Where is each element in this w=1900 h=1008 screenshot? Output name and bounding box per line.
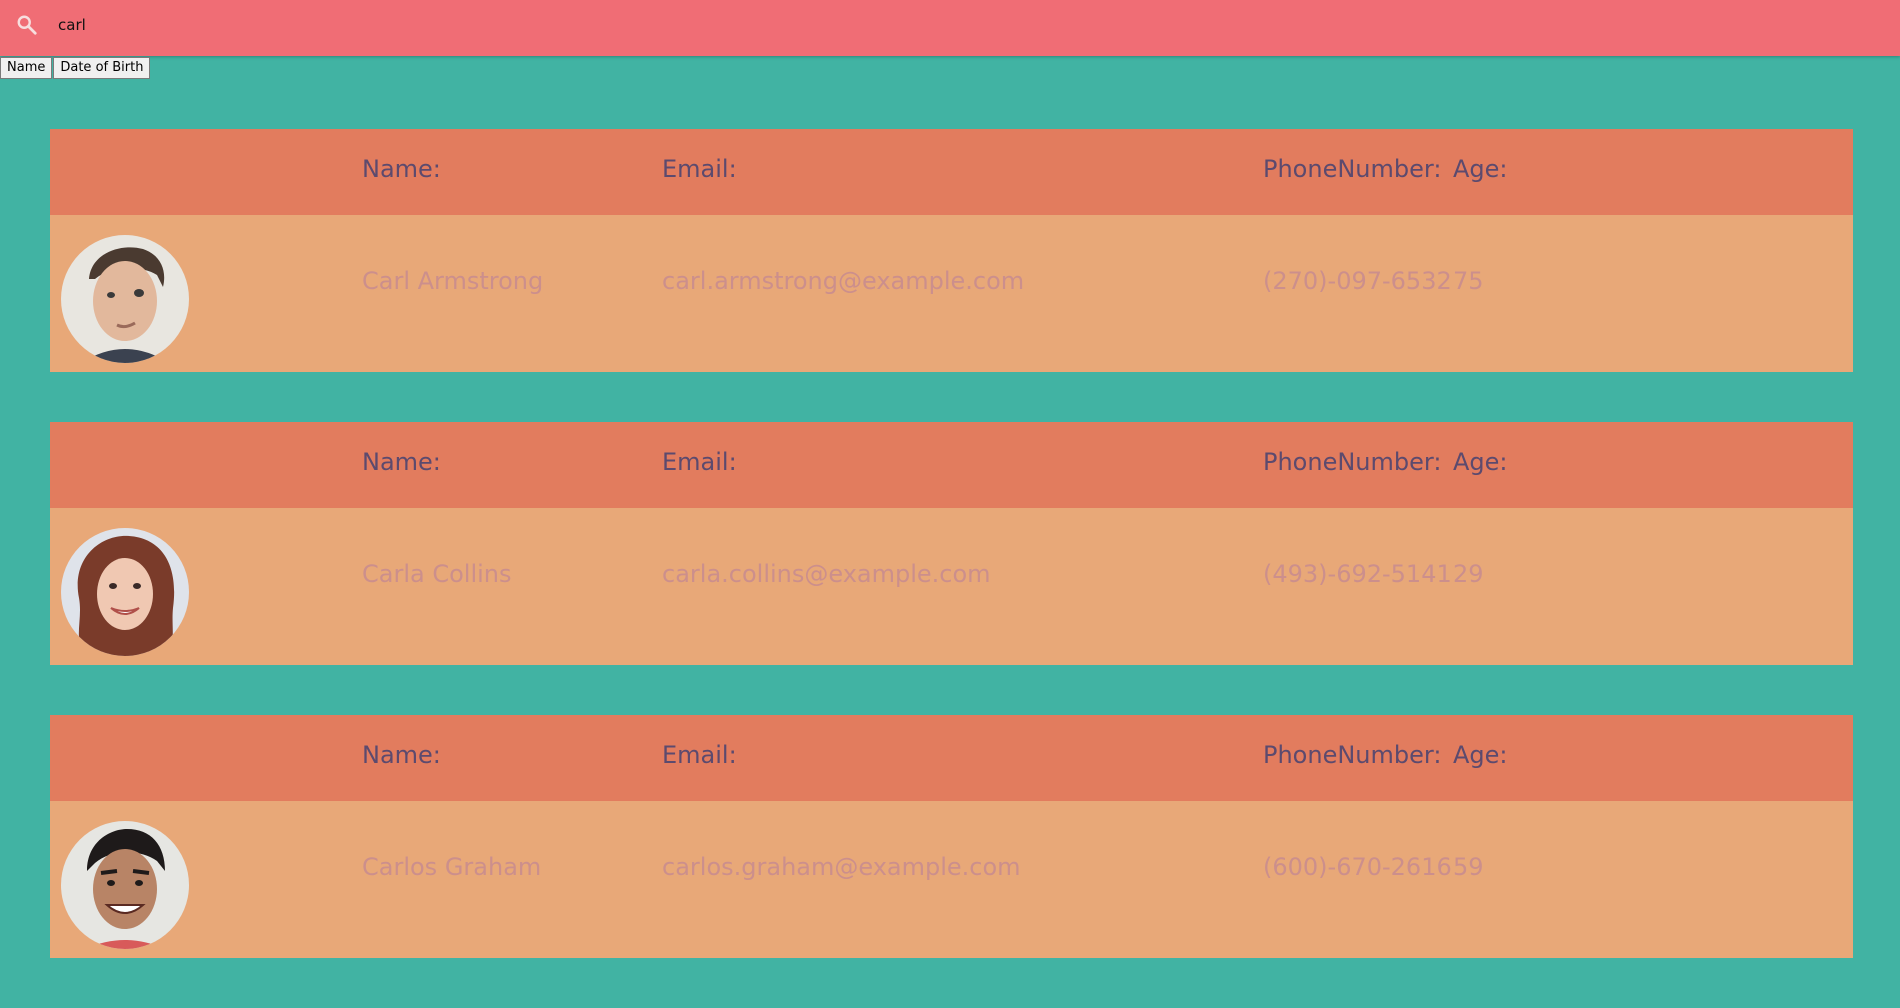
age-label: Age: [1453, 741, 1508, 769]
name-label: Name: [362, 155, 441, 183]
email-label: Email: [662, 448, 737, 476]
top-search-bar [0, 0, 1900, 56]
person-email: carlos.graham@example.com [662, 853, 1021, 881]
email-label: Email: [662, 155, 737, 183]
age-label: Age: [1453, 155, 1508, 183]
phone-label: PhoneNumber: [1263, 741, 1442, 769]
age-label: Age: [1453, 448, 1508, 476]
person-name: Carla Collins [362, 560, 512, 588]
person-email: carl.armstrong@example.com [662, 267, 1025, 295]
person-phone: (600)-670-2616 [1263, 853, 1452, 881]
person-phone: (493)-692-5141 [1263, 560, 1452, 588]
person-card[interactable]: Name: Email: PhoneNumber: Age: Carlos Gr… [50, 715, 1853, 958]
person-age: 75 [1453, 267, 1484, 295]
person-age: 59 [1453, 853, 1484, 881]
person-card-list: Name: Email: PhoneNumber: Age: Carl Arms… [50, 129, 1853, 1008]
avatar [61, 528, 189, 656]
person-email: carla.collins@example.com [662, 560, 991, 588]
phone-label: PhoneNumber: [1263, 448, 1442, 476]
card-header: Name: Email: PhoneNumber: Age: [50, 422, 1853, 508]
card-header: Name: Email: PhoneNumber: Age: [50, 715, 1853, 801]
search-icon[interactable] [16, 14, 38, 36]
person-phone: (270)-097-6532 [1263, 267, 1452, 295]
email-label: Email: [662, 741, 737, 769]
name-label: Name: [362, 448, 441, 476]
person-card[interactable]: Name: Email: PhoneNumber: Age: Carl Arms… [50, 129, 1853, 372]
avatar [61, 235, 189, 363]
card-body: Carl Armstrong carl.armstrong@example.co… [50, 215, 1853, 372]
person-name: Carlos Graham [362, 853, 542, 881]
sort-toolbar: Name Date of Birth [0, 57, 151, 79]
sort-by-name-button[interactable]: Name [0, 57, 53, 79]
card-body: Carla Collins carla.collins@example.com … [50, 508, 1853, 665]
avatar [61, 821, 189, 949]
person-card[interactable]: Name: Email: PhoneNumber: Age: Carla Col… [50, 422, 1853, 665]
person-name: Carl Armstrong [362, 267, 544, 295]
person-age: 29 [1453, 560, 1484, 588]
name-label: Name: [362, 741, 441, 769]
phone-label: PhoneNumber: [1263, 155, 1442, 183]
card-header: Name: Email: PhoneNumber: Age: [50, 129, 1853, 215]
card-body: Carlos Graham carlos.graham@example.com … [50, 801, 1853, 958]
sort-by-dob-button[interactable]: Date of Birth [53, 57, 151, 79]
search-input[interactable] [58, 12, 658, 38]
